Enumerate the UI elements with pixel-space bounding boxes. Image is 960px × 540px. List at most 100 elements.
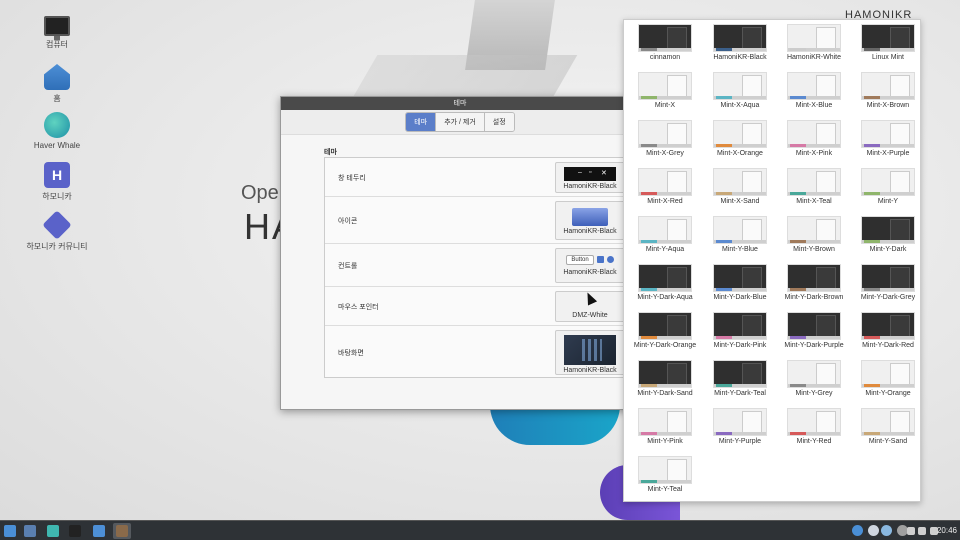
- desktop-icon-label: 컴퓨터: [45, 40, 69, 49]
- theme-option-label: Mint-X-Blue: [795, 102, 833, 109]
- theme-option[interactable]: HamoniKR-White: [777, 24, 851, 61]
- desktop-icon-home[interactable]: 홈: [22, 64, 92, 104]
- show-desktop-icon: [24, 525, 36, 537]
- theme-option[interactable]: Mint-X-Pink: [777, 120, 851, 157]
- theme-option[interactable]: Mint-Y-Dark-Red: [851, 312, 925, 349]
- theme-option[interactable]: Mint-Y-Dark-Pink: [703, 312, 777, 349]
- theme-row-icons: 아이콘 HamoniKR-Black: [325, 197, 633, 244]
- theme-option[interactable]: Mint-Y-Dark-Blue: [703, 264, 777, 301]
- folder-icon: [572, 208, 608, 226]
- taskbar-launcher[interactable]: [66, 523, 84, 539]
- theme-thumbnail-panel: [816, 315, 836, 337]
- bluetooth-icon[interactable]: [852, 525, 863, 536]
- tab-add-remove[interactable]: 추가 / 제거: [436, 113, 485, 131]
- theme-thumbnail-accent: [641, 432, 657, 435]
- theme-option[interactable]: Mint-X-Aqua: [703, 72, 777, 109]
- theme-option[interactable]: Mint-X-Purple: [851, 120, 925, 157]
- clock[interactable]: 20:46: [937, 526, 957, 535]
- theme-option[interactable]: Mint-X-Blue: [777, 72, 851, 109]
- theme-option[interactable]: Mint-Y-Aqua: [628, 216, 702, 253]
- theme-option-label: Mint-X-Red: [647, 198, 683, 205]
- taskbar-launcher[interactable]: [90, 523, 108, 539]
- theme-option[interactable]: Mint-Y: [851, 168, 925, 205]
- theme-option[interactable]: Mint-Y-Pink: [628, 408, 702, 445]
- theme-option[interactable]: HamoniKR-Black: [703, 24, 777, 61]
- theme-value: DMZ-White: [572, 312, 608, 319]
- theme-option[interactable]: Mint-Y-Dark: [851, 216, 925, 253]
- taskbar: 20:46: [0, 520, 960, 540]
- theme-thumbnail-panel: [890, 267, 910, 289]
- theme-option[interactable]: Mint-Y-Purple: [703, 408, 777, 445]
- theme-thumbnail-accent: [641, 192, 657, 195]
- theme-option-label: Mint-X-Aqua: [720, 102, 760, 109]
- taskbar-launcher[interactable]: [44, 523, 62, 539]
- theme-settings-window[interactable]: 테마 테마 추가 / 제거 설정 테마 창 테두리 – ▫ ✕ HamoniKR…: [280, 96, 640, 410]
- taskbar-launcher[interactable]: [113, 523, 131, 539]
- tab-themes[interactable]: 테마: [406, 113, 437, 131]
- network-icon[interactable]: [907, 527, 915, 535]
- theme-thumbnail-panel: [742, 267, 762, 289]
- theme-option[interactable]: Mint-X: [628, 72, 702, 109]
- theme-picker-panel[interactable]: cinnamon HamoniKR-Black HamoniKR-White Linu…: [623, 19, 921, 502]
- theme-option[interactable]: Mint-Y-Dark-Teal: [703, 360, 777, 397]
- shield-icon[interactable]: [868, 525, 879, 536]
- window-border-theme-button[interactable]: – ▫ ✕ HamoniKR-Black: [555, 162, 625, 193]
- theme-option[interactable]: Linux Mint: [851, 24, 925, 61]
- theme-option[interactable]: cinnamon: [628, 24, 702, 61]
- preview-button: Button: [566, 254, 594, 265]
- hamonikr-icon: H: [44, 162, 70, 188]
- theme-option[interactable]: Mint-Y-Orange: [851, 360, 925, 397]
- theme-thumbnail-panel: [742, 315, 762, 337]
- desktop-icon-whale[interactable]: Haver Whale: [22, 112, 92, 150]
- theme-option-label: Linux Mint: [872, 54, 904, 61]
- theme-option-label: Mint-X-Teal: [796, 198, 832, 205]
- theme-option[interactable]: Mint-Y-Dark-Grey: [851, 264, 925, 301]
- theme-option[interactable]: Mint-Y-Dark-Sand: [628, 360, 702, 397]
- icons-theme-button[interactable]: HamoniKR-Black: [555, 201, 625, 240]
- theme-option[interactable]: Mint-Y-Blue: [703, 216, 777, 253]
- theme-row-desktop: 바탕화면 HamoniKR-Black: [325, 326, 633, 379]
- theme-option[interactable]: Mint-X-Sand: [703, 168, 777, 205]
- taskbar-launcher[interactable]: [1, 523, 19, 539]
- theme-option[interactable]: Mint-Y-Teal: [628, 456, 702, 493]
- theme-thumbnail-accent: [716, 96, 732, 99]
- tab-bar: 테마 추가 / 제거 설정: [281, 110, 639, 135]
- theme-thumbnail: [787, 408, 841, 436]
- theme-thumbnail-panel: [742, 411, 762, 433]
- theme-option[interactable]: Mint-X-Red: [628, 168, 702, 205]
- theme-option[interactable]: Mint-Y-Brown: [777, 216, 851, 253]
- volume-icon[interactable]: [918, 527, 926, 535]
- window-title[interactable]: 테마: [281, 97, 639, 110]
- desktop-icon-hamonikr[interactable]: H 하모니카: [22, 162, 92, 202]
- theme-thumbnail: [713, 72, 767, 100]
- theme-option[interactable]: Mint-Y-Dark-Aqua: [628, 264, 702, 301]
- theme-option[interactable]: Mint-X-Teal: [777, 168, 851, 205]
- theme-option-label: Mint-Y-Dark: [869, 246, 907, 253]
- theme-option[interactable]: Mint-X-Orange: [703, 120, 777, 157]
- theme-thumbnail: [861, 168, 915, 196]
- theme-thumbnail: [787, 72, 841, 100]
- theme-option[interactable]: Mint-X-Brown: [851, 72, 925, 109]
- tab-settings[interactable]: 설정: [484, 113, 514, 131]
- theme-option-label: Mint-Y-Dark-Brown: [784, 294, 844, 301]
- theme-option[interactable]: Mint-Y-Dark-Orange: [628, 312, 702, 349]
- theme-option-label: Mint-Y-Sand: [868, 438, 908, 445]
- theme-option[interactable]: Mint-Y-Red: [777, 408, 851, 445]
- start-menu-icon: [4, 525, 16, 537]
- theme-option[interactable]: Mint-Y-Dark-Purple: [777, 312, 851, 349]
- desktop-icon-computer[interactable]: 컴퓨터: [22, 12, 92, 50]
- taskbar-launcher[interactable]: [21, 523, 39, 539]
- theme-option[interactable]: Mint-X-Grey: [628, 120, 702, 157]
- theme-thumbnail: [861, 216, 915, 244]
- theme-option-label: Mint-X-Grey: [646, 150, 684, 157]
- theme-option[interactable]: Mint-Y-Grey: [777, 360, 851, 397]
- theme-option[interactable]: Mint-Y-Sand: [851, 408, 925, 445]
- desktop-icon-community[interactable]: 하모니카 커뮤니티: [22, 210, 92, 252]
- theme-thumbnail-panel: [742, 123, 762, 145]
- desktop-theme-button[interactable]: HamoniKR-Black: [555, 330, 625, 375]
- controls-theme-button[interactable]: Button HamoniKR-Black: [555, 248, 625, 283]
- radio-icon: [606, 256, 614, 263]
- update-icon[interactable]: [881, 525, 892, 536]
- theme-thumbnail: [713, 360, 767, 388]
- theme-option[interactable]: Mint-Y-Dark-Brown: [777, 264, 851, 301]
